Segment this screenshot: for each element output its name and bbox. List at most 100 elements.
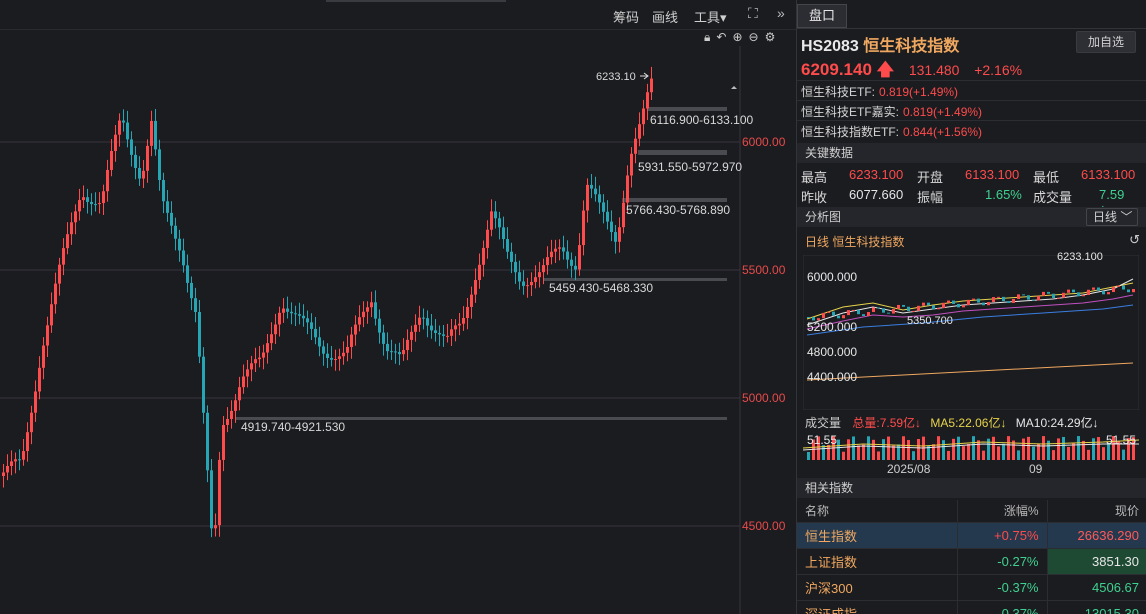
- col-header[interactable]: 涨幅%: [956, 500, 1047, 523]
- etf-value: 0.819(+1.49%): [879, 85, 959, 99]
- candle-body: [598, 194, 601, 203]
- mini-candle: [952, 300, 955, 304]
- etf-row[interactable]: 恒生科技指数ETF: 0.844(+1.56%): [801, 123, 982, 140]
- candle-body: [338, 356, 341, 359]
- col-header[interactable]: 现价: [1046, 500, 1146, 523]
- low-label: 最低: [1033, 170, 1060, 185]
- candle-body: [502, 227, 505, 240]
- candle-body: [594, 188, 597, 195]
- chips-button[interactable]: 筹码: [613, 7, 639, 26]
- candle-body: [554, 248, 557, 252]
- key-data-row: 昨收 6077.660: [801, 187, 903, 206]
- mini-candle: [827, 311, 830, 313]
- etf-row[interactable]: 恒生科技ETF嘉实: 0.819(+1.49%): [801, 103, 982, 120]
- settings-icon[interactable]: ⚙: [765, 30, 776, 44]
- candle-body: [166, 201, 169, 213]
- table-row[interactable]: 上证指数 -0.27% 3851.30: [797, 548, 1146, 575]
- mini-high-label: 6233.100: [1057, 251, 1103, 263]
- mini-candle: [897, 304, 900, 309]
- double-chevron-icon[interactable]: »: [777, 5, 785, 21]
- volume-bar: [1092, 438, 1095, 460]
- volume-bar: [1067, 446, 1070, 460]
- volume-bar: [952, 438, 955, 460]
- divider: [797, 120, 1146, 121]
- tools-dropdown[interactable]: 工具▾: [694, 7, 727, 26]
- table-row[interactable]: 沪深300 -0.37% 4506.67: [797, 574, 1146, 601]
- candle-body: [102, 191, 105, 204]
- candle-body: [614, 232, 617, 242]
- candle-body: [522, 281, 525, 286]
- undo-icon[interactable]: ↶: [716, 30, 726, 44]
- mini-candle: [857, 309, 860, 315]
- candle-body: [346, 346, 349, 353]
- candle-body: [50, 304, 53, 326]
- index-change: -0.27%: [956, 548, 1047, 575]
- candle-body: [362, 311, 365, 318]
- mini-candle: [1092, 287, 1095, 290]
- mini-candle: [927, 302, 930, 306]
- tab-quote[interactable]: 盘口: [797, 4, 847, 28]
- candle-body: [198, 312, 201, 357]
- chart-subtools: 🔒︎ ↶ ⊕ ⊖ ⚙: [698, 30, 794, 46]
- candle-body: [626, 175, 629, 203]
- candle-body: [490, 211, 493, 230]
- volume-bar: [1072, 443, 1075, 460]
- lock-icon[interactable]: 🔒︎: [704, 30, 710, 44]
- candle-body: [202, 356, 205, 413]
- volume-bar: [1087, 449, 1090, 460]
- mini-candle: [1052, 293, 1055, 299]
- draw-line-button[interactable]: 画线: [652, 7, 678, 26]
- zoom-out-icon[interactable]: ⊖: [749, 30, 759, 44]
- candle-body: [366, 307, 369, 312]
- candle-body: [46, 325, 49, 346]
- candle-body: [482, 247, 485, 265]
- price-row: 6209.140 🡅 131.480 +2.16%: [801, 57, 1022, 86]
- volume-label: 成交量: [1033, 190, 1073, 205]
- volume-bar: [902, 436, 905, 460]
- table-row[interactable]: 恒生指数 +0.75% 26636.290: [797, 522, 1146, 549]
- candle-body: [238, 387, 241, 401]
- add-watchlist-button[interactable]: 加自选: [1076, 31, 1136, 53]
- amplitude-value: 1.65%: [985, 187, 1022, 202]
- volume-bar: [892, 445, 895, 460]
- candle-body: [494, 211, 497, 219]
- related-index-table: 名称 涨幅% 现价 恒生指数 +0.75% 26636.290 上证指数 -0.…: [797, 500, 1146, 614]
- zoom-in-icon[interactable]: ⊕: [732, 30, 742, 44]
- mini-candle: [1007, 301, 1010, 303]
- candle-body: [142, 170, 145, 179]
- table-row[interactable]: 深证成指 -0.37% 13015.30: [797, 600, 1146, 614]
- candlestick-chart[interactable]: 6000.00 5500.00 5000.00 4500.00 6233.10 …: [0, 46, 796, 614]
- mini-axis-label: 4800.000: [807, 345, 858, 359]
- volume-bar: [837, 439, 840, 460]
- candle-body: [230, 410, 233, 419]
- volume-bar: [1017, 450, 1020, 460]
- period-select[interactable]: 日线 ﹀: [1086, 208, 1138, 226]
- price-change-pct: +2.16%: [974, 62, 1023, 78]
- volume-bar: [1052, 450, 1055, 460]
- candle-body: [266, 343, 269, 353]
- candle-body: [550, 251, 553, 258]
- divider: [797, 28, 1146, 29]
- volume-bar: [1042, 436, 1045, 460]
- index-change: +0.75%: [956, 522, 1047, 549]
- mini-candle: [977, 298, 980, 303]
- candle-body: [110, 151, 113, 170]
- candle-body: [146, 145, 149, 171]
- candle-body: [282, 308, 285, 313]
- key-data-row: 开盘 6133.100: [917, 167, 1019, 186]
- range-label: 5766.430-5768.890: [626, 203, 731, 217]
- candle-body: [2, 472, 5, 476]
- range-label: 5459.430-5468.330: [549, 281, 654, 295]
- col-header[interactable]: 名称: [797, 500, 957, 523]
- mini-candle: [832, 311, 835, 316]
- mini-candle: [1077, 292, 1080, 297]
- volume-bar: [912, 451, 915, 460]
- mini-candle: [862, 314, 865, 316]
- refresh-icon[interactable]: ↺: [1129, 232, 1140, 248]
- expand-icon[interactable]: ⛶: [748, 5, 758, 22]
- candle-body: [466, 306, 469, 319]
- candle-body: [298, 314, 301, 316]
- volume-bar: [1077, 436, 1080, 460]
- candle-body: [602, 202, 605, 212]
- etf-row[interactable]: 恒生科技ETF: 0.819(+1.49%): [801, 83, 958, 100]
